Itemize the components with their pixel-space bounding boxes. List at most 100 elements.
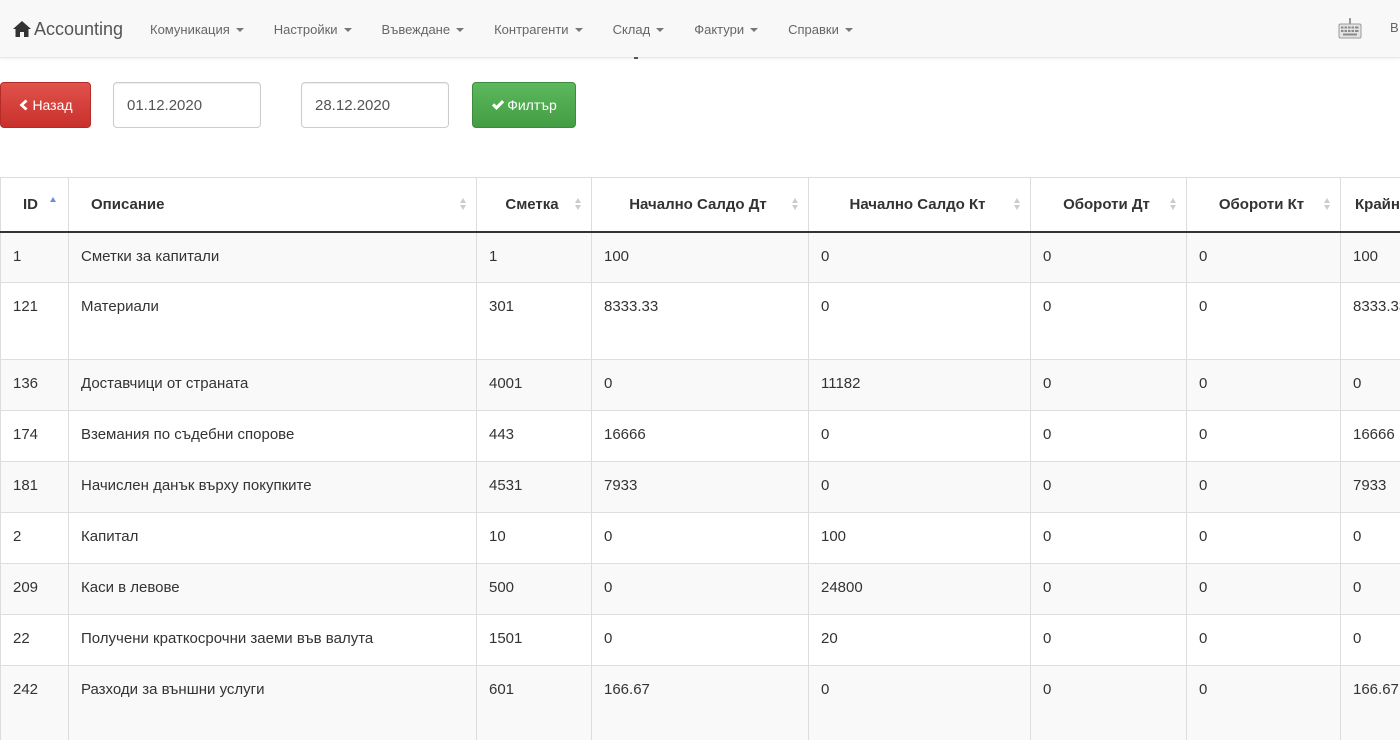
cell-description: Каси в левове	[68, 563, 477, 615]
cell-opening-credit: 0	[808, 231, 1031, 283]
date-to-input[interactable]	[301, 82, 449, 128]
cell-turnover-debit: 0	[1030, 665, 1187, 740]
sort-asc-icon	[50, 196, 56, 204]
menu-input[interactable]: Въвеждане	[382, 22, 465, 37]
cell-description: Доставчици от страната	[68, 359, 477, 411]
table-row[interactable]: 2 Капитал 10 0 100 0 0 0	[0, 512, 1400, 564]
keyboard-icon[interactable]	[1338, 16, 1362, 40]
home-icon	[13, 21, 31, 37]
cell-opening-credit: 0	[808, 665, 1031, 740]
column-header-opening-debit[interactable]: Начално Салдо Дт	[591, 177, 809, 233]
cell-opening-credit: 20	[808, 614, 1031, 666]
cell-closing: 0	[1340, 512, 1400, 564]
table-row[interactable]: 22 Получени краткосрочни заеми във валут…	[0, 614, 1400, 666]
sort-icon	[1324, 198, 1330, 211]
cell-id: 174	[0, 410, 69, 462]
cell-closing: 8333.33	[1340, 282, 1400, 360]
table-header-row: ID Описание Сметка Начално Салдо Дт Нача…	[0, 177, 1400, 233]
brand-link[interactable]: Accounting	[12, 17, 123, 41]
cell-opening-debit: 16666	[591, 410, 809, 462]
chevron-left-icon	[19, 99, 28, 111]
cell-account: 301	[476, 282, 592, 360]
cell-turnover-debit: 0	[1030, 461, 1187, 513]
cell-turnover-debit: 0	[1030, 563, 1187, 615]
cell-closing: 16666	[1340, 410, 1400, 462]
sort-icon	[460, 198, 466, 211]
table-row[interactable]: 242 Разходи за външни услуги 601 166.67 …	[0, 665, 1400, 740]
column-header-turnover-debit[interactable]: Обороти Дт	[1030, 177, 1187, 233]
navbar: Accounting Комуникация Настройки Въвежда…	[0, 0, 1400, 59]
cell-account: 4531	[476, 461, 592, 513]
back-button[interactable]: Назад	[0, 82, 91, 128]
brand-label: Accounting	[34, 18, 124, 39]
menu-settings[interactable]: Настройки	[274, 22, 352, 37]
cell-opening-debit: 0	[591, 512, 809, 564]
table-row[interactable]: 209 Каси в левове 500 0 24800 0 0 0	[0, 563, 1400, 615]
caret-down-icon	[456, 27, 465, 32]
cell-opening-debit: 0	[591, 563, 809, 615]
filter-button[interactable]: Филтър	[472, 82, 576, 128]
cell-turnover-debit: 0	[1030, 282, 1187, 360]
cell-account: 443	[476, 410, 592, 462]
main-menu: Комуникация Настройки Въвеждане Контраге…	[150, 0, 883, 58]
cell-id: 121	[0, 282, 69, 360]
caret-down-icon	[235, 27, 244, 32]
caret-down-icon	[656, 27, 665, 32]
cell-turnover-credit: 0	[1186, 231, 1341, 283]
column-label: ID	[23, 195, 38, 213]
menu-reports[interactable]: Справки	[788, 22, 853, 37]
cell-opening-credit: 0	[808, 282, 1031, 360]
table-row[interactable]: 174 Вземания по съдебни спорове 443 1666…	[0, 410, 1400, 462]
cell-opening-credit: 0	[808, 410, 1031, 462]
column-header-turnover-credit[interactable]: Обороти Кт	[1186, 177, 1341, 233]
menu-warehouse[interactable]: Склад	[613, 22, 665, 37]
cell-opening-debit: 8333.33	[591, 282, 809, 360]
cell-description: Сметки за капитали	[68, 231, 477, 283]
cell-closing: 100	[1340, 231, 1400, 283]
cell-id: 2	[0, 512, 69, 564]
column-label: Начално Салдо Кт	[849, 195, 986, 213]
column-label: Обороти Дт	[1063, 195, 1150, 213]
column-label: Крайно	[1355, 195, 1400, 213]
menu-label: Фактури	[694, 21, 745, 37]
cell-turnover-credit: 0	[1186, 282, 1341, 360]
table-row[interactable]: 121 Материали 301 8333.33 0 0 0 8333.33	[0, 282, 1400, 360]
column-label: Начално Салдо Дт	[629, 195, 767, 213]
sort-icon	[792, 198, 798, 211]
cell-turnover-credit: 0	[1186, 563, 1341, 615]
cell-closing: 0	[1340, 563, 1400, 615]
menu-label: Склад	[612, 21, 651, 37]
menu-label: Въвеждане	[381, 21, 451, 37]
cell-turnover-credit: 0	[1186, 512, 1341, 564]
cell-id: 22	[0, 614, 69, 666]
cell-description: Получени краткосрочни заеми във валута	[68, 614, 477, 666]
user-menu[interactable]: B	[1390, 20, 1399, 35]
column-header-description[interactable]: Описание	[68, 177, 477, 233]
cell-description: Капитал	[68, 512, 477, 564]
cell-opening-credit: 100	[808, 512, 1031, 564]
column-header-id[interactable]: ID	[0, 177, 69, 233]
column-header-closing[interactable]: Крайно	[1340, 177, 1400, 233]
table-row[interactable]: 181 Начислен данък върху покупките 4531 …	[0, 461, 1400, 513]
column-header-opening-credit[interactable]: Начално Салдо Кт	[808, 177, 1031, 233]
back-button-label: Назад	[32, 97, 73, 113]
balance-table: ID Описание Сметка Начално Салдо Дт Нача…	[0, 177, 1400, 740]
column-header-account[interactable]: Сметка	[476, 177, 592, 233]
cell-opening-credit: 24800	[808, 563, 1031, 615]
table-row[interactable]: 1 Сметки за капитали 1 100 0 0 0 100	[0, 231, 1400, 283]
column-label: Обороти Кт	[1218, 195, 1305, 213]
menu-communication[interactable]: Комуникация	[150, 22, 244, 37]
cell-id: 209	[0, 563, 69, 615]
table-row[interactable]: 136 Доставчици от страната 4001 0 11182 …	[0, 359, 1400, 411]
cell-account: 1	[476, 231, 592, 283]
sort-icon	[575, 198, 581, 211]
cell-turnover-debit: 0	[1030, 410, 1187, 462]
date-from-input[interactable]	[113, 82, 261, 128]
menu-label: Справки	[788, 21, 839, 37]
menu-invoices[interactable]: Фактури	[694, 21, 759, 37]
column-label: Сметка	[505, 195, 559, 213]
caret-down-icon	[750, 27, 759, 32]
cell-account: 1501	[476, 614, 592, 666]
cell-account: 4001	[476, 359, 592, 411]
menu-contractors[interactable]: Контрагенти	[494, 22, 583, 37]
